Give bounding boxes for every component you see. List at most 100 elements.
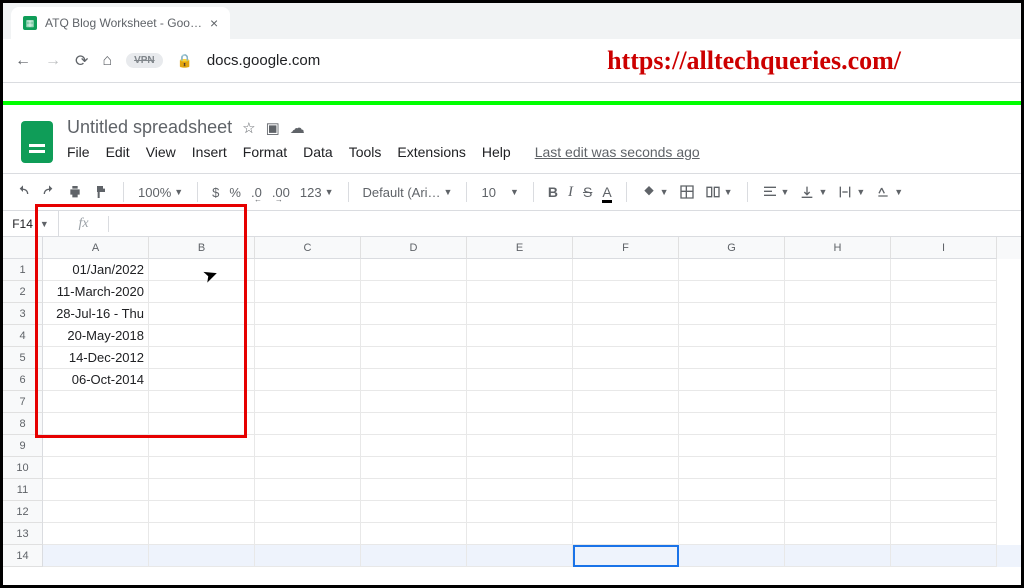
url-text[interactable]: docs.google.com [207, 52, 320, 69]
cell-H1[interactable] [785, 259, 891, 281]
select-all-corner[interactable] [3, 237, 43, 259]
cell-E14[interactable] [467, 545, 573, 567]
cell-B4[interactable] [149, 325, 255, 347]
cell-E4[interactable] [467, 325, 573, 347]
cell-A11[interactable] [43, 479, 149, 501]
cell-B3[interactable] [149, 303, 255, 325]
cell-E7[interactable] [467, 391, 573, 413]
cell-C14[interactable] [255, 545, 361, 567]
cell-F2[interactable] [573, 281, 679, 303]
row-header[interactable]: 11 [3, 479, 43, 501]
format-percent-button[interactable]: % [229, 185, 241, 200]
h-align-button[interactable]: ▼ [762, 184, 790, 200]
cell-G12[interactable] [679, 501, 785, 523]
cell-C8[interactable] [255, 413, 361, 435]
menu-file[interactable]: File [67, 144, 90, 160]
cell-D11[interactable] [361, 479, 467, 501]
col-header-B[interactable]: B [149, 237, 255, 259]
cell-E8[interactable] [467, 413, 573, 435]
cell-E3[interactable] [467, 303, 573, 325]
row-header[interactable]: 3 [3, 303, 43, 325]
cell-A13[interactable] [43, 523, 149, 545]
cell-D9[interactable] [361, 435, 467, 457]
cell-B11[interactable] [149, 479, 255, 501]
format-currency-button[interactable]: $ [212, 185, 219, 200]
cell-B12[interactable] [149, 501, 255, 523]
cell-I6[interactable] [891, 369, 997, 391]
cell-E2[interactable] [467, 281, 573, 303]
cell-I4[interactable] [891, 325, 997, 347]
col-header-D[interactable]: D [361, 237, 467, 259]
cell-D5[interactable] [361, 347, 467, 369]
cell-A10[interactable] [43, 457, 149, 479]
cell-A12[interactable] [43, 501, 149, 523]
menu-help[interactable]: Help [482, 144, 511, 160]
home-icon[interactable]: ⌂ [102, 52, 112, 70]
cell-C6[interactable] [255, 369, 361, 391]
cell-G1[interactable] [679, 259, 785, 281]
cell-E5[interactable] [467, 347, 573, 369]
cell-F1[interactable] [573, 259, 679, 281]
cell-H8[interactable] [785, 413, 891, 435]
cell-F8[interactable] [573, 413, 679, 435]
cell-G8[interactable] [679, 413, 785, 435]
cell-A4[interactable]: 20-May-2018 [43, 325, 149, 347]
row-header[interactable]: 8 [3, 413, 43, 435]
cell-H12[interactable] [785, 501, 891, 523]
cell-C7[interactable] [255, 391, 361, 413]
cloud-status-icon[interactable]: ☁ [290, 119, 305, 137]
cell-G7[interactable] [679, 391, 785, 413]
cell-I8[interactable] [891, 413, 997, 435]
cell-G2[interactable] [679, 281, 785, 303]
cell-I2[interactable] [891, 281, 997, 303]
cell-F4[interactable] [573, 325, 679, 347]
cell-I3[interactable] [891, 303, 997, 325]
cell-E13[interactable] [467, 523, 573, 545]
cell-D12[interactable] [361, 501, 467, 523]
cell-B2[interactable] [149, 281, 255, 303]
row-header[interactable]: 5 [3, 347, 43, 369]
paint-format-icon[interactable] [93, 184, 109, 200]
cell-H7[interactable] [785, 391, 891, 413]
row-header[interactable]: 2 [3, 281, 43, 303]
cell-G14[interactable] [679, 545, 785, 567]
cell-F12[interactable] [573, 501, 679, 523]
cell-I10[interactable] [891, 457, 997, 479]
close-tab-icon[interactable]: × [210, 15, 218, 31]
cell-F10[interactable] [573, 457, 679, 479]
more-formats-button[interactable]: 123▼ [300, 185, 334, 200]
font-family-select[interactable]: Default (Ari…▼ [363, 185, 453, 200]
cell-C2[interactable] [255, 281, 361, 303]
cell-E12[interactable] [467, 501, 573, 523]
cell-C12[interactable] [255, 501, 361, 523]
bold-button[interactable]: B [548, 184, 558, 200]
cell-B8[interactable] [149, 413, 255, 435]
row-header[interactable]: 6 [3, 369, 43, 391]
cell-E11[interactable] [467, 479, 573, 501]
cell-H6[interactable] [785, 369, 891, 391]
cell-C3[interactable] [255, 303, 361, 325]
name-box[interactable]: F14▼ [3, 211, 59, 236]
zoom-select[interactable]: 100%▼ [138, 185, 183, 200]
cell-H14[interactable] [785, 545, 891, 567]
doc-title[interactable]: Untitled spreadsheet [67, 117, 232, 138]
cell-D6[interactable] [361, 369, 467, 391]
col-header-E[interactable]: E [467, 237, 573, 259]
col-header-C[interactable]: C [255, 237, 361, 259]
font-size-select[interactable]: 10▼ [481, 185, 518, 200]
cell-I1[interactable] [891, 259, 997, 281]
cell-B5[interactable] [149, 347, 255, 369]
cell-B1[interactable] [149, 259, 255, 281]
cell-D2[interactable] [361, 281, 467, 303]
cell-G11[interactable] [679, 479, 785, 501]
cell-E10[interactable] [467, 457, 573, 479]
browser-tab[interactable]: ▦ ATQ Blog Worksheet - Goo… × [11, 7, 230, 39]
merge-cells-button[interactable]: ▼ [705, 184, 733, 200]
cell-E6[interactable] [467, 369, 573, 391]
cell-F9[interactable] [573, 435, 679, 457]
row-header[interactable]: 1 [3, 259, 43, 281]
col-header-A[interactable]: A [43, 237, 149, 259]
cell-A8[interactable] [43, 413, 149, 435]
cell-G4[interactable] [679, 325, 785, 347]
italic-button[interactable]: I [568, 184, 573, 201]
